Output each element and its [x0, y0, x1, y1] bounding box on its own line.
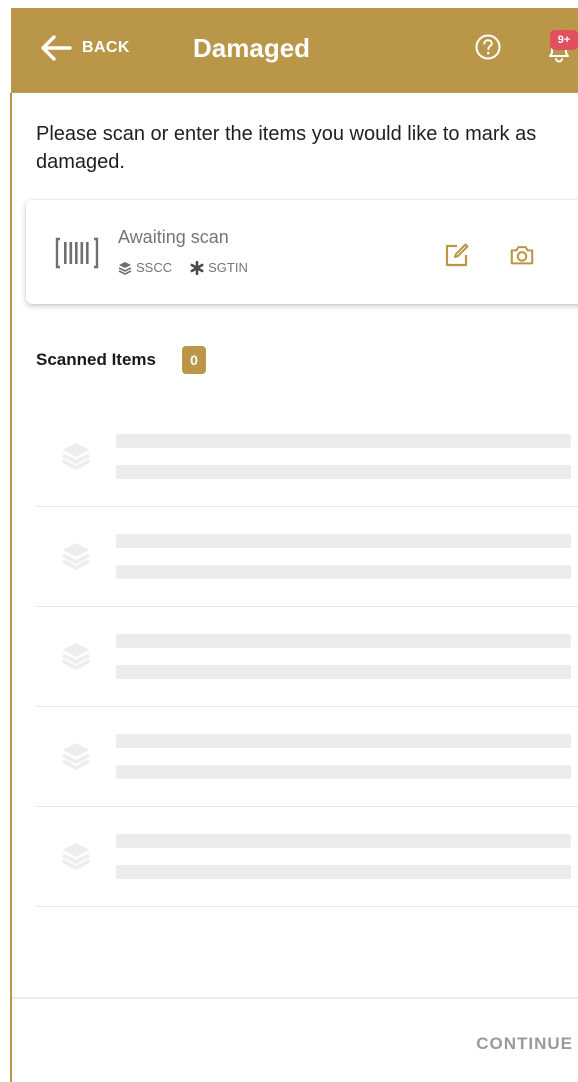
- help-circle-icon: [475, 34, 501, 60]
- back-button[interactable]: BACK: [39, 32, 130, 64]
- notification-badge: 9+: [550, 30, 578, 50]
- placeholder-line: [116, 834, 571, 848]
- scan-types: SSCC SGTIN: [118, 260, 248, 275]
- scan-status: Awaiting scan: [118, 227, 229, 247]
- placeholder-line: [116, 565, 571, 579]
- placeholder-line: [116, 534, 571, 548]
- barcode-icon: [54, 236, 100, 270]
- type-sscc: SSCC: [136, 260, 173, 275]
- page-title: Damaged: [193, 33, 311, 63]
- back-label: BACK: [82, 39, 130, 56]
- scan-card: Awaiting scan SSCC SGTIN: [26, 200, 578, 304]
- placeholder-line: [116, 434, 571, 448]
- scanned-items-header: Scanned Items 0: [36, 346, 206, 374]
- footer-divider: [12, 997, 578, 999]
- help-button[interactable]: [473, 32, 503, 62]
- camera-icon: [510, 246, 534, 265]
- continue-button[interactable]: CONTINUE: [476, 1034, 573, 1054]
- scanned-items-label: Scanned Items: [36, 350, 156, 369]
- placeholder-row: [36, 407, 578, 507]
- layers-icon: [60, 740, 92, 772]
- placeholder-line: [116, 865, 571, 879]
- layers-icon: [60, 840, 92, 872]
- placeholder-line: [116, 634, 571, 648]
- scanned-items-count: 0: [182, 346, 206, 374]
- instruction-text: Please scan or enter the items you would…: [36, 123, 537, 173]
- left-accent-line: [10, 93, 12, 1082]
- placeholder-row: [36, 607, 578, 707]
- placeholder-line: [116, 465, 571, 479]
- placeholder-line: [116, 734, 571, 748]
- placeholder-row: [36, 807, 578, 907]
- arrow-left-icon: [41, 35, 72, 61]
- app-header: BACK Damaged 9+: [11, 8, 578, 93]
- placeholder-line: [116, 665, 571, 679]
- layers-icon: [60, 440, 92, 472]
- scanned-items-list: [36, 407, 578, 907]
- layers-icon: [60, 540, 92, 572]
- camera-scan-button[interactable]: [509, 242, 537, 268]
- placeholder-row: [36, 507, 578, 607]
- placeholder-line: [116, 765, 571, 779]
- asterisk-icon: [190, 260, 204, 275]
- layers-icon: [118, 261, 132, 275]
- type-sgtin: SGTIN: [208, 260, 248, 275]
- layers-icon: [60, 640, 92, 672]
- placeholder-row: [36, 707, 578, 807]
- manual-entry-button[interactable]: [444, 242, 470, 268]
- edit-icon: [445, 243, 469, 267]
